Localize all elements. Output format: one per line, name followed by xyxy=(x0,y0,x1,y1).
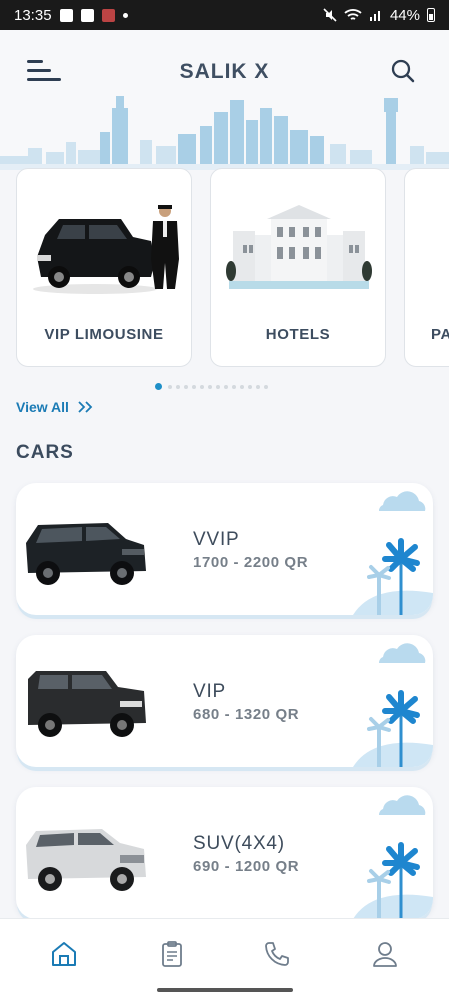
battery-percent: 44% xyxy=(389,6,420,24)
mute-icon xyxy=(323,8,337,22)
status-time: 13:35 xyxy=(14,6,52,24)
car-name: VIP xyxy=(193,681,227,702)
double-chevron-right-icon xyxy=(78,401,93,413)
gallery-notification-icon xyxy=(59,8,73,22)
phone-icon[interactable] xyxy=(262,939,292,969)
view-all-link[interactable]: View All xyxy=(16,399,93,415)
palm-tree-decoration xyxy=(353,643,433,767)
palm-tree-decoration xyxy=(353,491,433,615)
car-name: VVIP xyxy=(193,529,240,550)
carousel-pagination xyxy=(155,383,268,390)
app-notification-icon xyxy=(101,8,115,22)
category-label: HOTELS xyxy=(265,326,331,343)
clipboard-icon[interactable] xyxy=(157,939,187,969)
user-icon[interactable] xyxy=(370,939,400,969)
category-carousel[interactable]: VIP LIMOUSINE HOTELS PA xyxy=(0,168,449,368)
land-cruiser-image xyxy=(26,829,146,891)
car-card-vvip[interactable]: VVIP 1700 - 2200 QR xyxy=(16,483,433,615)
category-label: PA xyxy=(431,326,449,343)
app-header: SALIK X xyxy=(0,30,449,170)
defender-image xyxy=(28,671,146,737)
pagination-dot[interactable] xyxy=(208,384,212,389)
limousine-image xyxy=(33,205,179,294)
car-card-suv[interactable]: SUV(4X4) 690 - 1200 QR xyxy=(16,787,433,919)
pagination-dot[interactable] xyxy=(168,384,172,389)
pagination-dot[interactable] xyxy=(176,384,180,389)
app-title: SALIK X xyxy=(179,60,270,83)
pagination-dot[interactable] xyxy=(248,384,252,389)
search-icon[interactable] xyxy=(390,58,416,84)
category-label: VIP LIMOUSINE xyxy=(44,326,164,343)
car-card-vip[interactable]: VIP 680 - 1320 QR xyxy=(16,635,433,767)
range-rover-image xyxy=(26,523,146,585)
car-price: 1700 - 2200 QR xyxy=(193,554,309,571)
status-bar: 13:35 44% xyxy=(0,0,449,30)
palm-tree-decoration xyxy=(353,795,433,919)
category-card-vip-limousine[interactable]: VIP LIMOUSINE xyxy=(16,168,192,367)
pagination-dot[interactable] xyxy=(264,384,268,389)
pagination-dot[interactable] xyxy=(200,384,204,389)
system-home-indicator[interactable] xyxy=(157,988,293,992)
city-skyline-illustration xyxy=(0,96,449,170)
category-card-hotels[interactable]: HOTELS xyxy=(210,168,386,367)
hotel-image xyxy=(226,205,372,289)
pagination-dot-active[interactable] xyxy=(155,383,162,390)
pagination-dot[interactable] xyxy=(192,384,196,389)
more-notifications-icon xyxy=(122,12,128,18)
home-icon[interactable] xyxy=(49,939,79,969)
car-price: 690 - 1200 QR xyxy=(193,858,300,875)
pagination-dot[interactable] xyxy=(232,384,236,389)
category-card-partial[interactable]: PA xyxy=(404,168,449,367)
wifi-icon xyxy=(344,9,362,20)
section-title-cars: CARS xyxy=(16,442,74,463)
pagination-dot[interactable] xyxy=(184,384,188,389)
car-price: 680 - 1320 QR xyxy=(193,706,300,723)
pagination-dot[interactable] xyxy=(224,384,228,389)
battery-icon xyxy=(427,8,435,22)
pagination-dot[interactable] xyxy=(256,384,260,389)
pagination-dot[interactable] xyxy=(240,384,244,389)
view-all-label: View All xyxy=(16,399,69,415)
signal-icon xyxy=(369,11,380,21)
check-notification-icon xyxy=(80,8,94,22)
car-name: SUV(4X4) xyxy=(193,833,285,854)
pagination-dot[interactable] xyxy=(216,384,220,389)
